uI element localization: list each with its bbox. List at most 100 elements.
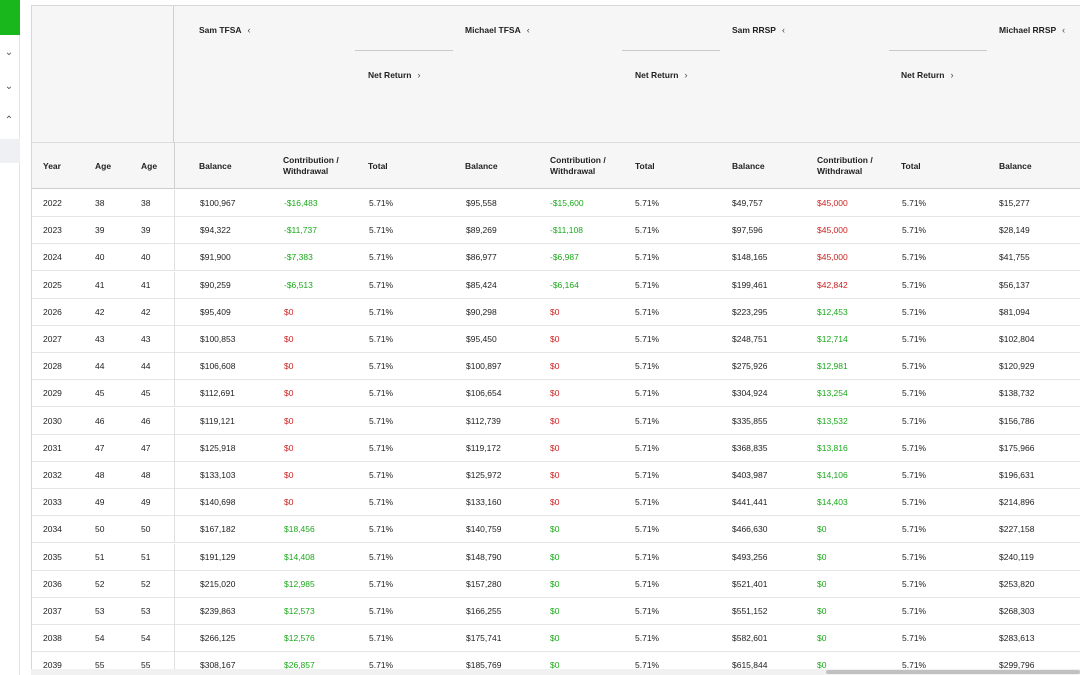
cell-age-sam: 47 (95, 442, 105, 453)
horizontal-scrollbar[interactable] (31, 669, 1080, 675)
chevron-down-icon[interactable]: ⌄ (2, 80, 16, 94)
table-row[interactable]: 2031 47 47 $125,918 $0 5.71% $119,172 $0 5.71% $3… (32, 434, 1080, 462)
table-row[interactable]: 2036 52 52 $215,020 $12,985 5.71% $157,280 $0 5.… (32, 570, 1080, 598)
cell-balance: $106,608 (200, 361, 236, 372)
column-header-balance[interactable]: Balance (732, 143, 765, 189)
column-header-row: Year Age Age Balance Contribution / With… (32, 143, 1080, 189)
cell-balance: $283,613 (999, 633, 1035, 644)
column-header-age-sam[interactable]: Age (95, 143, 111, 189)
table-row[interactable]: 2035 51 51 $191,129 $14,408 5.71% $148,790 $0 5.… (32, 543, 1080, 571)
table-row[interactable]: 2029 45 45 $112,691 $0 5.71% $106,654 $0 5.71% $3… (32, 380, 1080, 408)
column-header-year[interactable]: Year (43, 143, 61, 189)
cell-balance: $582,601 (732, 633, 768, 644)
column-header-age-michael[interactable]: Age (141, 143, 157, 189)
table-row[interactable]: 2038 54 54 $266,125 $12,576 5.71% $175,741 $0 5.… (32, 625, 1080, 653)
cell-contribution: $0 (284, 388, 294, 399)
column-header-balance[interactable]: Balance (999, 143, 1032, 189)
cell-balance: $28,149 (999, 225, 1030, 236)
column-header-balance[interactable]: Balance (199, 143, 232, 189)
cell-total: 5.71% (369, 415, 394, 426)
projection-table: Sam TFSA ‹ Net Return › Michael TFSA ‹ Net … (31, 5, 1080, 675)
cell-balance: $403,987 (732, 470, 768, 480)
chevron-up-icon[interactable]: ⌃ (2, 114, 16, 128)
table-row[interactable]: 2032 48 48 $133,103 $0 5.71% $125,972 $0 5.71% $4… (32, 462, 1080, 489)
cell-contribution: $13,816 (817, 442, 848, 453)
cell-contribution: $0 (550, 633, 560, 644)
subgroup-net-return[interactable]: Net Return › (368, 70, 420, 80)
cell-balance: $215,020 (200, 578, 236, 589)
column-header-total[interactable]: Total (368, 143, 388, 189)
table-row[interactable]: 2033 49 49 $140,698 $0 5.71% $133,160 $0 5.71% $4… (32, 489, 1080, 517)
cell-contribution: $42,842 (817, 279, 848, 290)
table-row[interactable]: 2034 50 50 $167,182 $18,456 5.71% $140,759 $0 5.… (32, 516, 1080, 544)
cell-total: 5.71% (369, 198, 394, 208)
table-row[interactable]: 2026 42 42 $95,409 $0 5.71% $90,298 $0 5.71% $223… (32, 298, 1080, 326)
chevron-right-icon[interactable]: › (950, 70, 953, 80)
table-row[interactable]: 2023 39 39 $94,322 -$11,737 5.71% $89,269 -$11,… (32, 217, 1080, 245)
column-header-contribution[interactable]: Contribution / Withdrawal (283, 143, 339, 189)
cell-total: 5.71% (902, 225, 927, 236)
chevron-right-icon[interactable]: › (417, 70, 420, 80)
cell-balance: $140,698 (200, 497, 236, 508)
cell-contribution: $0 (284, 306, 294, 317)
table-row[interactable]: 2024 40 40 $91,900 -$7,383 5.71% $86,977 -$6,98… (32, 244, 1080, 272)
cell-year: 2038 (43, 633, 62, 644)
table-row[interactable]: 2028 44 44 $106,608 $0 5.71% $100,897 $0 5.71% $2… (32, 353, 1080, 381)
column-header-total[interactable]: Total (635, 143, 655, 189)
group-header-michael-rrsp[interactable]: Michael RRSP ‹ (999, 25, 1065, 35)
cell-total: 5.71% (902, 252, 927, 263)
cell-balance: $493,256 (732, 551, 768, 562)
cell-total: 5.71% (635, 361, 660, 372)
chevron-left-icon[interactable]: ‹ (527, 25, 530, 35)
cell-balance: $120,929 (999, 361, 1035, 372)
table-row[interactable]: 2022 38 38 $100,967 -$16,483 5.71% $95,558 -$15… (32, 190, 1080, 217)
chevron-left-icon[interactable]: ‹ (1062, 25, 1065, 35)
cell-balance: $89,269 (466, 225, 497, 236)
cell-contribution: $14,403 (817, 497, 848, 508)
cell-balance: $41,755 (999, 252, 1030, 263)
group-label: Sam RRSP (732, 25, 776, 35)
cell-balance: $15,277 (999, 198, 1030, 208)
cell-contribution: -$15,600 (550, 198, 584, 208)
frozen-divider (174, 326, 175, 353)
table-row[interactable]: 2027 43 43 $100,853 $0 5.71% $95,450 $0 5.71% $24… (32, 326, 1080, 353)
chevron-down-icon[interactable]: ⌄ (2, 46, 16, 60)
cell-balance: $140,759 (466, 524, 502, 535)
chevron-right-icon[interactable]: › (684, 70, 687, 80)
cell-age-sam: 51 (95, 551, 105, 562)
table-row[interactable]: 2037 53 53 $239,863 $12,573 5.71% $166,255 $0 5.… (32, 598, 1080, 625)
cell-total: 5.71% (902, 415, 927, 426)
group-header-sam-rrsp[interactable]: Sam RRSP ‹ (732, 25, 785, 35)
scrollbar-thumb[interactable] (826, 670, 1080, 674)
table-row[interactable]: 2025 41 41 $90,259 -$6,513 5.71% $85,424 -$6,16… (32, 271, 1080, 299)
cell-contribution: $12,985 (284, 578, 315, 589)
cell-contribution: $13,532 (817, 415, 848, 426)
column-header-contribution[interactable]: Contribution / Withdrawal (550, 143, 606, 189)
cell-balance: $266,125 (200, 633, 236, 644)
cell-age-sam: 48 (95, 470, 105, 480)
group-header-sam-tfsa[interactable]: Sam TFSA ‹ (199, 25, 251, 35)
cell-balance: $49,757 (732, 198, 763, 208)
frozen-divider (174, 217, 175, 245)
subgroup-net-return[interactable]: Net Return › (635, 70, 687, 80)
table-row[interactable]: 2030 46 46 $119,121 $0 5.71% $112,739 $0 5.71% $3… (32, 407, 1080, 435)
column-header-total[interactable]: Total (901, 143, 921, 189)
sidebar-selected-item[interactable] (0, 139, 20, 163)
sidebar-active-tab[interactable] (0, 0, 20, 35)
subgroup-net-return[interactable]: Net Return › (901, 70, 953, 80)
group-header-michael-tfsa[interactable]: Michael TFSA ‹ (465, 25, 530, 35)
cell-age-sam: 45 (95, 388, 105, 399)
cell-total: 5.71% (369, 633, 394, 644)
cell-balance: $125,918 (200, 442, 236, 453)
group-divider (355, 50, 453, 51)
cell-balance: $175,966 (999, 442, 1035, 453)
chevron-left-icon[interactable]: ‹ (248, 25, 251, 35)
column-header-contribution[interactable]: Contribution / Withdrawal (817, 143, 873, 189)
cell-age-michael: 46 (141, 415, 151, 426)
cell-contribution: -$11,108 (550, 225, 583, 236)
column-header-balance[interactable]: Balance (465, 143, 498, 189)
chevron-left-icon[interactable]: ‹ (782, 25, 785, 35)
cell-age-sam: 46 (95, 415, 105, 426)
cell-total: 5.71% (902, 497, 927, 508)
cell-contribution: $14,408 (284, 551, 315, 562)
